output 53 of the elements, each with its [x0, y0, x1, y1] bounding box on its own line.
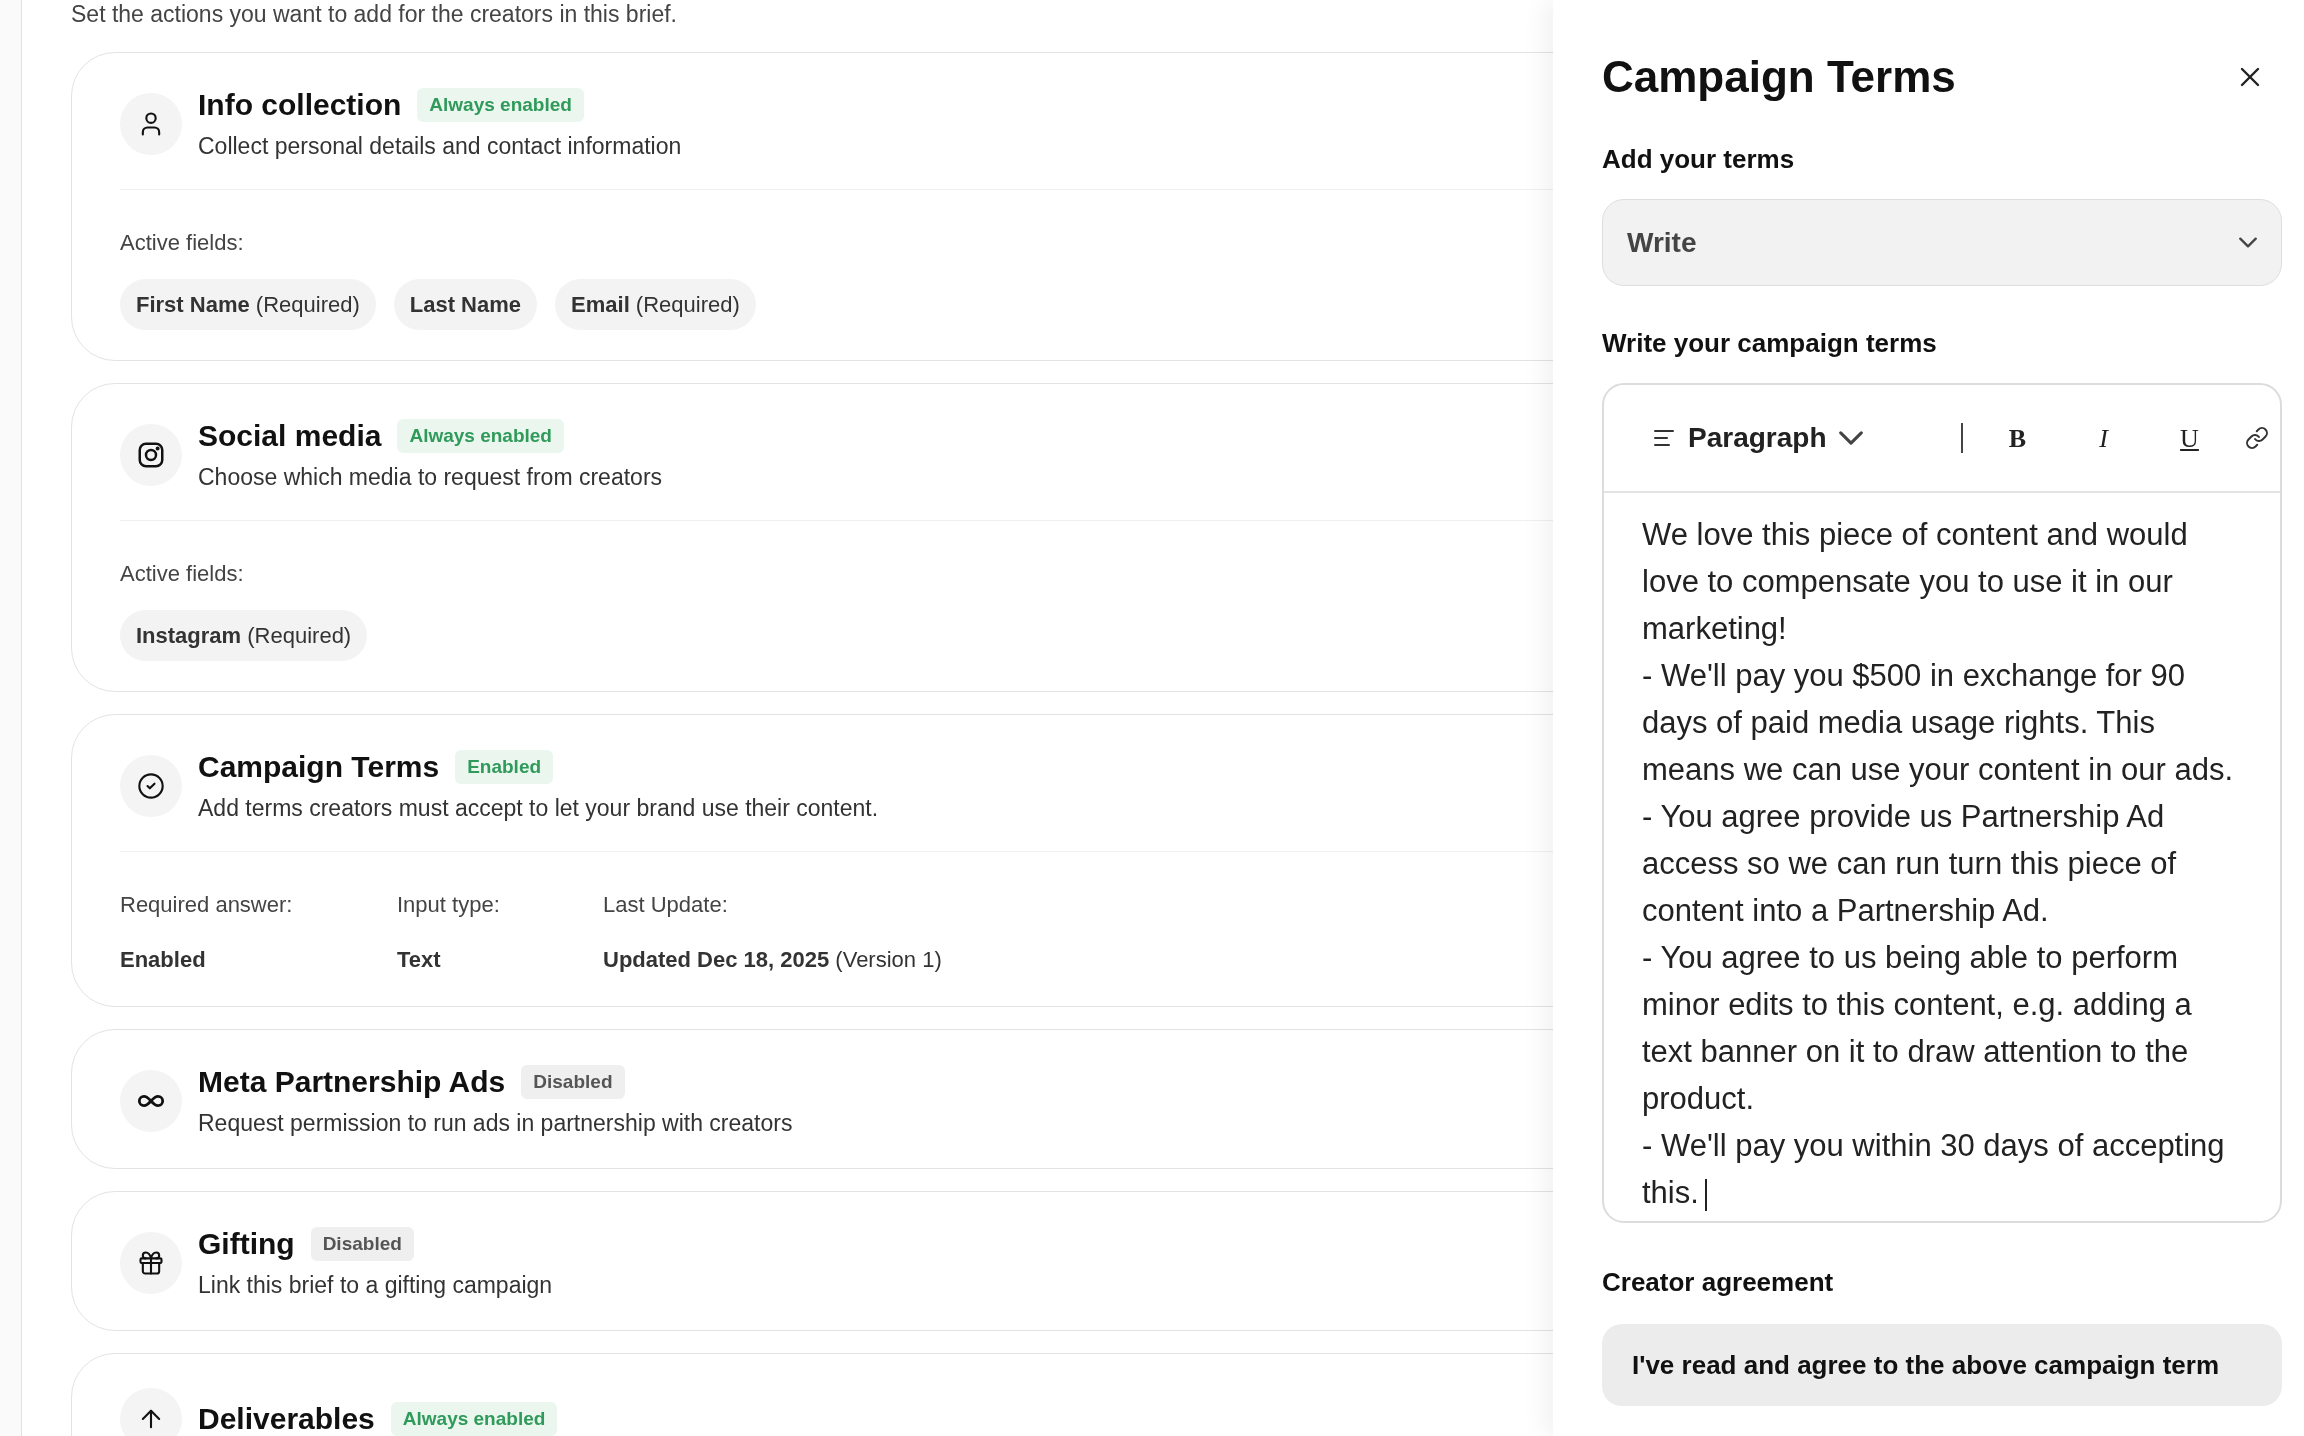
section-label: Write your campaign terms [1602, 327, 1938, 360]
card-description: Collect personal details and contact information [198, 132, 682, 161]
terms-paragraph: - You agree provide us Partnership Ad access so we can run turn this piece of content into a Partnership Ad. [1642, 798, 2178, 930]
card-title: Campaign Terms [198, 749, 440, 785]
card-description: Request permission to run ads in partnership with creators [198, 1109, 793, 1138]
status-badge: Always enabled [390, 1401, 558, 1436]
field-chip: Email (Required) [555, 279, 756, 330]
field-chip: Last Name [393, 279, 538, 330]
gift-icon [137, 1249, 165, 1277]
camera-icon [136, 440, 166, 470]
info-label: Input type: [397, 891, 501, 919]
field-chip: Instagram (Required) [120, 610, 368, 661]
italic-button[interactable]: I [2072, 418, 2135, 458]
card-description: Choose which media to request from creators [198, 463, 663, 492]
status-badge: Always enabled [417, 87, 584, 123]
field-chip: First Name (Required) [120, 279, 376, 330]
status-badge: Always enabled [397, 418, 564, 454]
info-value: Text [397, 946, 442, 974]
agreement-field[interactable]: I've read and agree to the above campaign term [1602, 1324, 2282, 1406]
link-icon[interactable] [2244, 426, 2269, 450]
section-label: Add your terms [1602, 143, 1796, 176]
intro-text: Set the actions you want to add for the creators in this brief. [71, 0, 677, 28]
status-badge: Disabled [521, 1064, 625, 1100]
section-label: Creator agreement [1602, 1266, 1835, 1299]
underline-button[interactable]: U [2158, 418, 2221, 458]
bold-button[interactable]: B [1986, 418, 2049, 458]
fields-label: Active fields: [120, 560, 245, 588]
block-type-dropdown[interactable]: Paragraph [1652, 417, 1863, 459]
chevron-down-icon [1838, 431, 1863, 445]
text-cursor [1704, 1178, 1707, 1211]
terms-paragraph: - You agree to us being able to perform minor edits to this content, e.g. adding a text banner on it to draw attention to the product. [1642, 939, 2193, 1118]
card-title: Gifting [198, 1226, 295, 1262]
fields-label: Active fields: [120, 229, 245, 257]
info-value: Updated Dec 18, 2025 (Version 1) [603, 946, 942, 974]
card-title: Meta Partnership Ads [198, 1064, 506, 1100]
info-value: Enabled [120, 946, 207, 974]
chevron-down-icon [2239, 237, 2257, 248]
card-title: Social media [198, 418, 382, 454]
terms-paragraph: - We'll pay you $500 in exchange for 90 days of paid media usage rights. This means we can use your content in our ads. [1642, 657, 2235, 789]
info-label: Last Update: [603, 891, 729, 919]
info-label: Required answer: [120, 891, 294, 919]
terms-source-select[interactable]: Write [1602, 199, 2282, 286]
terms-paragraph: - We'll pay you within 30 days of accepting this. [1642, 1127, 2226, 1213]
panel-title: Campaign Terms [1602, 51, 1956, 103]
status-badge: Disabled [310, 1226, 414, 1262]
card-description: Link this brief to a gifting campaign [198, 1271, 553, 1300]
terms-paragraph: We love this piece of content and would love to compensate you to use it in our marketing! [1642, 516, 2189, 648]
check-circle-icon [137, 772, 165, 800]
rich-text-editor[interactable] [1602, 383, 2282, 1223]
status-badge: Enabled [455, 749, 554, 785]
card-title: Deliverables [198, 1401, 375, 1436]
card-description: Add terms creators must accept to let your brand use their content. [198, 794, 879, 823]
card-title: Info collection [198, 87, 402, 123]
